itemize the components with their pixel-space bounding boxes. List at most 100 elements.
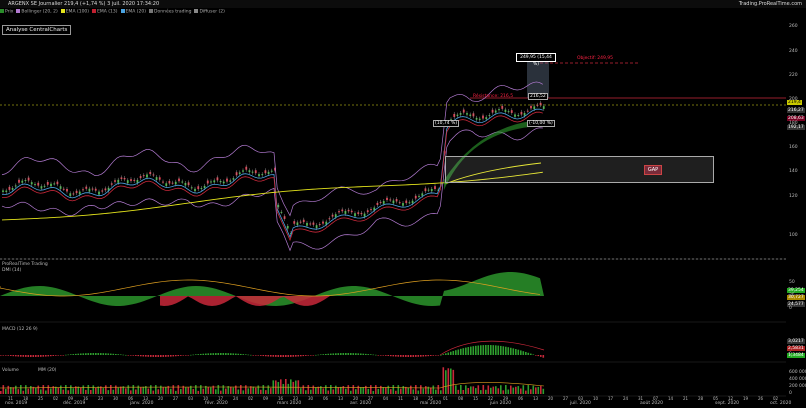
macd-bar — [350, 353, 352, 355]
volume-bar — [157, 389, 160, 394]
macd-bar — [335, 353, 337, 355]
month-label: sept. 2020 — [715, 401, 740, 406]
volume-bar — [412, 389, 415, 394]
volume-bar — [257, 385, 260, 394]
volume-bar — [457, 389, 460, 394]
volume-bar — [120, 386, 122, 394]
macd-bar — [60, 355, 62, 356]
macd-bar — [135, 355, 137, 356]
macd-bar — [172, 355, 175, 357]
volume-bar — [367, 388, 370, 394]
bollinger-upper — [1, 81, 543, 217]
macd-bar — [337, 353, 340, 355]
chart-canvas[interactable] — [0, 0, 806, 408]
volume-bar — [290, 379, 292, 394]
macd-bar — [530, 353, 532, 355]
volume-bar — [487, 385, 490, 394]
macd-bar — [192, 354, 195, 356]
macd-bar — [517, 349, 520, 355]
volume-bar — [375, 385, 377, 394]
volume-bar — [87, 385, 90, 394]
macd-bar — [452, 350, 455, 355]
volume-bar — [92, 385, 95, 394]
macd-bar — [395, 355, 397, 357]
macd-bar — [210, 353, 212, 355]
macd-bar — [470, 346, 472, 355]
macd-bar — [127, 355, 130, 356]
macd-bar — [177, 355, 180, 357]
volume-bar — [302, 385, 305, 394]
day-label: 11 — [398, 396, 404, 401]
volume-bar — [520, 388, 522, 394]
volume-bar — [505, 385, 507, 394]
day-label: 10 — [203, 396, 209, 401]
volume-bar — [482, 385, 485, 394]
macd-bar — [287, 355, 290, 357]
macd-bar — [202, 353, 205, 355]
volume-bar — [542, 388, 545, 394]
macd-bar — [247, 354, 250, 356]
macd-bar — [367, 354, 370, 355]
volume-bar — [517, 386, 520, 394]
macd-bar — [352, 353, 355, 355]
macd-bar — [412, 355, 415, 357]
macd-bar — [50, 355, 52, 357]
volume-bar — [172, 385, 175, 394]
volume-bar — [265, 390, 267, 394]
volume-bar — [207, 386, 210, 394]
macd-bar — [535, 355, 537, 356]
volume-bar — [102, 388, 105, 394]
macd-bar — [212, 353, 215, 355]
day-label: 06 — [128, 396, 134, 401]
macd-bar — [185, 355, 187, 356]
day-label: 10 — [593, 396, 599, 401]
volume-bar — [322, 388, 325, 394]
volume-bar — [392, 385, 395, 394]
macd-bar — [370, 354, 372, 355]
macd-bar — [390, 355, 392, 357]
macd-bar — [25, 355, 27, 357]
volume-bar — [525, 390, 527, 394]
gap-label[interactable]: GAP — [644, 165, 662, 175]
volume-bar — [502, 390, 505, 394]
day-label: 02 — [53, 396, 59, 401]
volume-bar — [115, 385, 117, 394]
volume-bar — [125, 388, 127, 394]
volume-bar — [420, 385, 422, 394]
volume-bar — [285, 379, 287, 394]
volume-bar — [30, 385, 32, 394]
macd-bar — [305, 355, 307, 356]
volume-bar — [225, 388, 227, 394]
macd-bar — [72, 354, 75, 355]
volume-bar — [312, 385, 315, 394]
volume-bar — [422, 388, 425, 394]
macd-bar — [272, 355, 275, 357]
macd-bar — [425, 355, 427, 357]
macd-bar — [532, 354, 535, 356]
day-label: 04 — [383, 396, 389, 401]
price-tick: 140 — [789, 169, 798, 174]
macd-bar — [460, 348, 462, 355]
macd-bar — [42, 355, 45, 357]
macd-bar — [315, 354, 317, 356]
macd-bar — [385, 355, 387, 356]
macd-bar — [52, 355, 55, 356]
volume-bar — [415, 385, 417, 394]
macd-bar — [37, 355, 40, 357]
macd-bar — [325, 353, 327, 355]
macd-bar — [482, 345, 485, 355]
macd-bar — [265, 355, 267, 357]
volume-bar — [522, 385, 525, 394]
macd-bar — [250, 354, 252, 356]
volume-bar — [170, 388, 172, 394]
volume-bar — [515, 386, 517, 394]
volume-bar — [340, 386, 342, 394]
volume-bar — [510, 385, 512, 394]
macd-bar — [500, 345, 502, 355]
macd-bar — [410, 355, 412, 357]
volume-bar — [220, 390, 222, 394]
macd-bar — [142, 355, 145, 357]
volume-bar — [450, 368, 452, 394]
macd-bar — [455, 350, 457, 355]
macd-bar — [45, 355, 47, 357]
